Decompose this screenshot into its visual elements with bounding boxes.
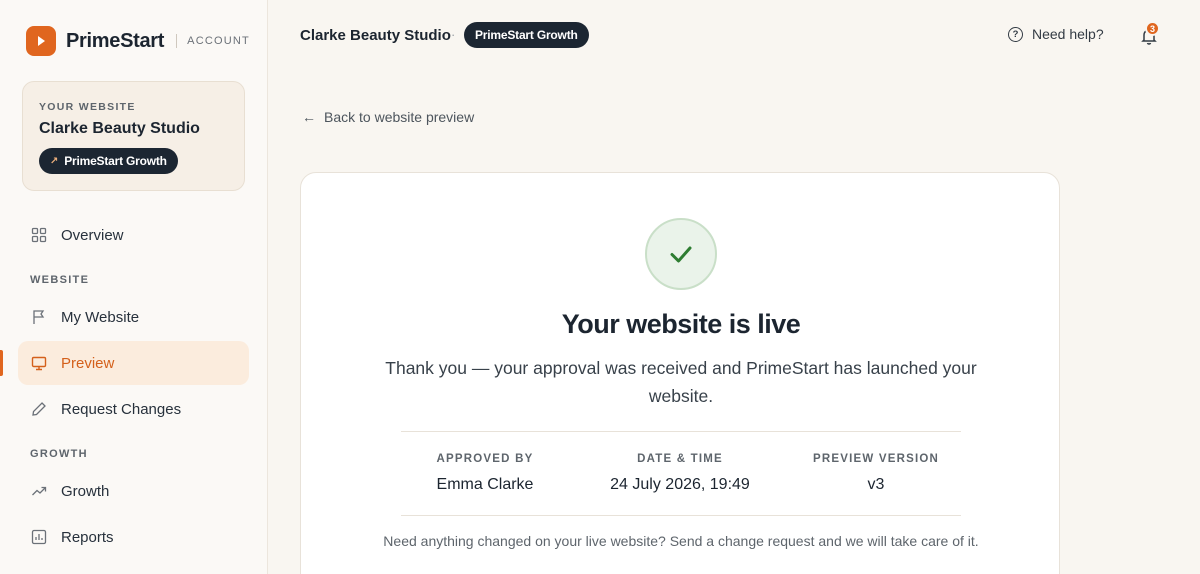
approved-by-value: Emma Clarke [436,476,534,493]
back-link-label: Back to website preview [324,109,475,125]
preview-version: PREVIEW VERSION v3 [776,453,976,494]
arrow-left-icon: ← [302,109,316,125]
sidebar-item-growth[interactable]: Growth [18,469,249,513]
pencil-icon [30,400,48,418]
sidebar-item-label: Preview [61,354,115,372]
play-icon [26,26,56,56]
date-time: DATE & TIME 24 July 2026, 19:49 [580,453,780,494]
divider [401,431,961,432]
report-icon [30,528,48,546]
date-time-value: 24 July 2026, 19:49 [610,476,750,493]
preview-version-value: v3 [867,476,885,493]
approved-by-label: APPROVED BY [436,453,534,465]
confirmation-card: Your website is live Thank you — your ap… [300,172,1060,574]
plan-badge-label: PrimeStart Growth [64,154,167,168]
confirmation-title: Your website is live [561,309,801,339]
help-button[interactable]: ? Need help? [1008,26,1104,42]
help-icon: ? [1008,26,1023,42]
check-icon [645,218,717,290]
sidebar-item-request-changes[interactable]: Request Changes [18,387,249,431]
approved-by: APPROVED BY Emma Clarke [385,453,585,494]
brand[interactable]: PrimeStart ACCOUNT [26,26,250,56]
brand-section-label: ACCOUNT [187,35,250,47]
trend-icon [30,482,48,500]
sidebar-item-my-website[interactable]: My Website [18,295,249,339]
date-time-label: DATE & TIME [637,453,723,465]
nav-section-growth: GROWTH [30,448,88,460]
plan-badge: ↗ PrimeStart Growth [39,148,178,174]
sidebar: PrimeStart ACCOUNT YOUR WEBSITE Clarke B… [0,0,268,574]
notification-count-badge: 3 [1145,21,1160,36]
sidebar-item-preview[interactable]: Preview [18,341,249,385]
sidebar-item-label: Overview [61,226,124,244]
divider [401,515,961,516]
website-card-name: Clarke Beauty Studio [39,120,200,137]
sidebar-item-label: Growth [61,482,110,500]
brand-name: PrimeStart [66,29,165,52]
active-indicator [0,350,3,376]
website-card: YOUR WEBSITE Clarke Beauty Studio ↗ Prim… [22,81,245,191]
topbar-separator: · [451,27,456,42]
brand-divider [176,34,178,48]
grid-icon [30,226,48,244]
change-request-note: Need anything changed on your live websi… [383,533,979,549]
sidebar-item-label: Request Changes [61,400,182,418]
back-to-preview-link[interactable]: ← Back to website preview [302,109,474,125]
sidebar-item-overview[interactable]: Overview [18,213,249,257]
sidebar-item-label: Reports [61,528,114,546]
topbar-site-name: Clarke Beauty Studio [300,27,451,44]
preview-version-label: PREVIEW VERSION [813,453,939,465]
flag-icon [30,308,48,326]
confirmation-message: Thank you — your approval was received a… [385,358,977,406]
nav-section-website: WEBSITE [30,274,90,286]
trend-up-icon: ↗ [50,155,59,167]
sidebar-item-reports[interactable]: Reports [18,515,249,559]
topbar-plan-badge: PrimeStart Growth [464,22,589,48]
monitor-icon [30,354,48,372]
website-card-label: YOUR WEBSITE [39,101,136,113]
help-label: Need help? [1032,26,1104,42]
sidebar-item-label: My Website [61,308,140,326]
